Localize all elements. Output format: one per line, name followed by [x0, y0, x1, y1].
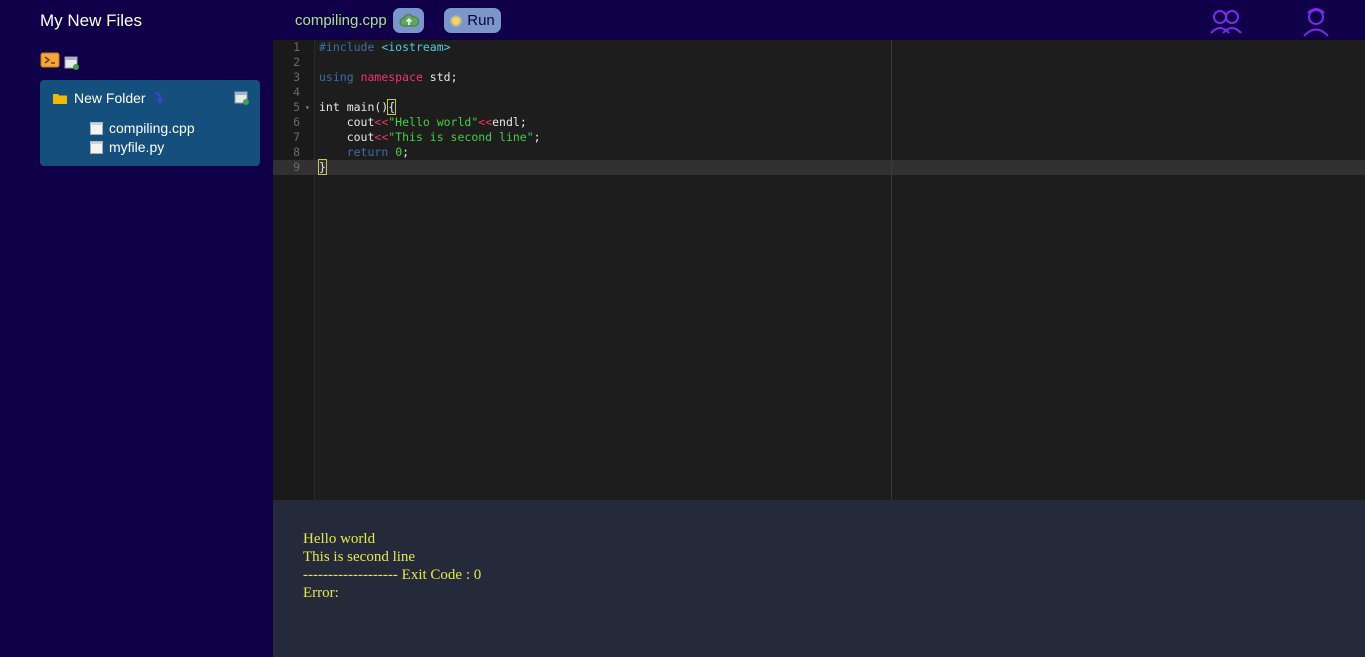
refresh-icon[interactable]: [152, 91, 164, 105]
fold-arrow-icon[interactable]: ▾: [305, 100, 310, 115]
directive-token: #include: [319, 40, 375, 54]
save-button[interactable]: [393, 8, 424, 33]
run-button[interactable]: Run: [444, 8, 501, 33]
code-token: cout: [319, 115, 375, 129]
file-icon: [90, 121, 103, 135]
sidebar-toolbar: [40, 52, 80, 71]
user-avatar-icon[interactable]: [1209, 5, 1243, 40]
operator-token: <<: [478, 115, 493, 129]
folder-panel: New Folder compiling.cpp myfile.py: [40, 80, 260, 166]
code-token: endl;: [492, 115, 527, 129]
line-number: 1: [293, 40, 300, 54]
string-token: "This is second line": [388, 130, 534, 144]
operator-token: <<: [374, 115, 389, 129]
line-number: 9: [293, 160, 300, 174]
using-token: using: [319, 70, 354, 84]
operator-token: <<: [374, 130, 389, 144]
file-name: myfile.py: [109, 139, 165, 155]
new-file-icon[interactable]: [64, 55, 80, 71]
folder-icon: [53, 93, 67, 104]
line-number: 6: [293, 115, 300, 129]
file-name: compiling.cpp: [109, 120, 195, 136]
namespace-token: namespace: [360, 70, 423, 84]
app-title: My New Files: [40, 11, 143, 30]
code-token: ;: [402, 145, 410, 159]
brace-token: }: [318, 159, 327, 175]
code-line: cout<<"Hello world"<<endl;: [319, 115, 527, 130]
output-line: ------------------- Exit Code : 0: [303, 567, 482, 583]
line-number: 4: [293, 85, 300, 99]
string-token: "Hello world": [388, 115, 479, 129]
code-editor[interactable]: 1 2 3 4 5 ▾ 6 7 8 9 #include <iostream> …: [273, 40, 1365, 500]
output-console: Hello world This is second line --------…: [273, 500, 1365, 657]
code-line: using namespace std;: [319, 70, 458, 85]
line-number: 8: [293, 145, 300, 159]
code-token: ;: [533, 130, 541, 144]
code-line: #include <iostream>: [319, 40, 451, 55]
output-line: This is second line: [303, 549, 416, 565]
code-token: cout: [319, 130, 375, 144]
terminal-icon[interactable]: [40, 52, 60, 68]
code-line: }: [318, 159, 327, 175]
header-token: <iostream>: [381, 40, 451, 54]
brace-token: {: [387, 99, 397, 115]
code-token: int main(): [319, 100, 389, 114]
active-line-highlight: [273, 160, 1365, 175]
cloud-upload-icon: [399, 13, 419, 26]
code-line: cout<<"This is second line";: [319, 130, 541, 145]
line-number: 7: [293, 130, 300, 144]
print-margin: [891, 40, 892, 500]
code-line: int main(){: [319, 99, 397, 115]
output-line: Error:: [303, 585, 339, 601]
code-line: return 0;: [319, 145, 409, 160]
run-button-label: Run: [467, 12, 495, 29]
line-number: 2: [293, 55, 300, 69]
run-icon: [450, 14, 463, 27]
code-token: std;: [422, 70, 458, 84]
return-token: return: [346, 145, 389, 159]
profile-avatar-icon[interactable]: [1301, 5, 1331, 42]
line-number: 5: [293, 100, 300, 114]
file-item[interactable]: compiling.cpp: [90, 120, 195, 136]
file-item[interactable]: myfile.py: [90, 139, 164, 155]
folder-item[interactable]: New Folder: [52, 90, 164, 106]
file-icon: [90, 140, 103, 154]
current-file-name: compiling.cpp: [295, 12, 387, 29]
line-number: 3: [293, 70, 300, 84]
add-file-icon[interactable]: [234, 90, 250, 106]
output-line: Hello world: [303, 531, 376, 547]
folder-name: New Folder: [74, 90, 146, 106]
